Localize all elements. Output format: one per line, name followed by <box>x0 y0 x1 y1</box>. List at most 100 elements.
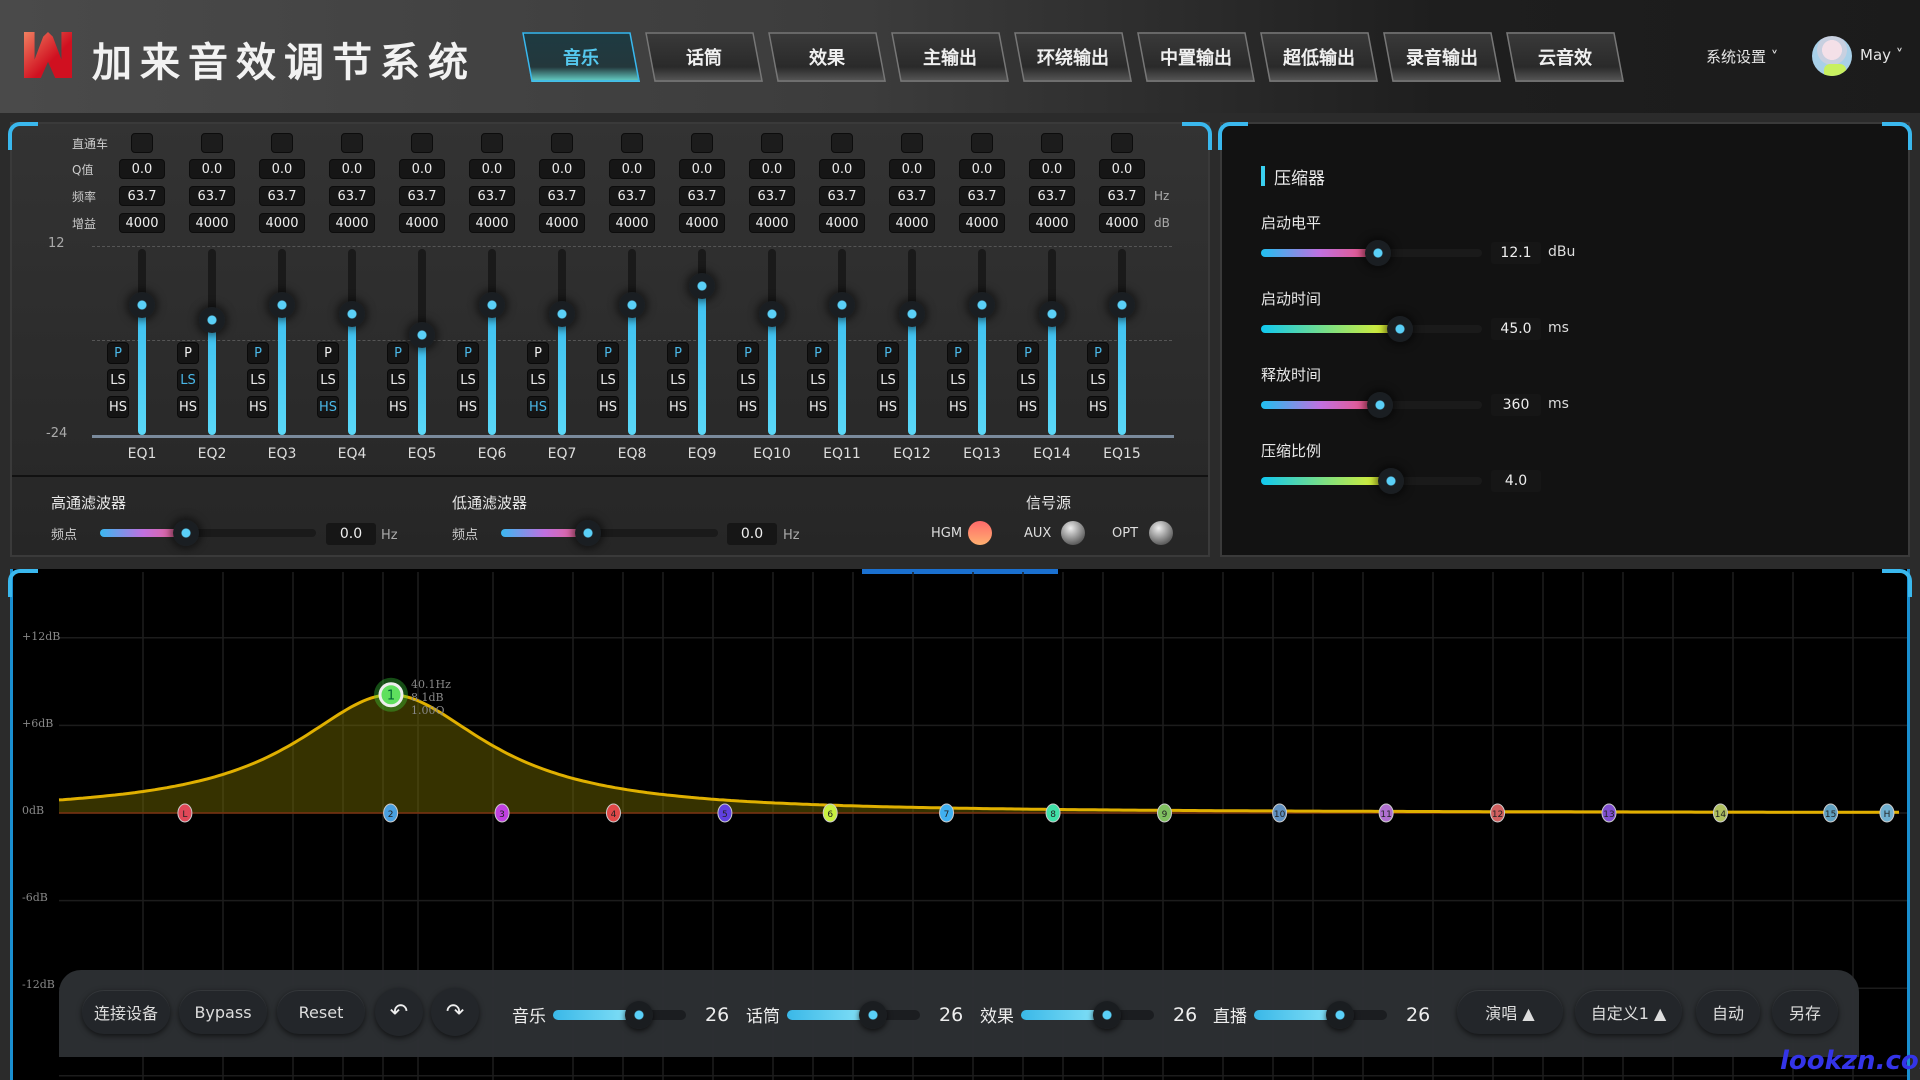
tab-8[interactable]: 录音输出 <box>1383 32 1501 82</box>
eq-slider-knob[interactable] <box>969 291 995 318</box>
eq-slider-knob[interactable] <box>829 291 855 318</box>
user-menu[interactable]: May ˅ <box>1860 46 1903 64</box>
filter-type-hs-button[interactable]: HS <box>107 396 129 418</box>
q-value-field[interactable]: 0.0 <box>749 159 795 179</box>
gain-value-field[interactable]: 4000 <box>189 213 235 233</box>
freq-value-field[interactable]: 63.7 <box>329 186 375 206</box>
freq-value-field[interactable]: 63.7 <box>609 186 655 206</box>
filter-type-ls-button[interactable]: LS <box>1017 369 1039 391</box>
filter-type-ls-button[interactable]: LS <box>947 369 969 391</box>
freq-value-field[interactable]: 63.7 <box>959 186 1005 206</box>
filter-type-hs-button[interactable]: HS <box>597 396 619 418</box>
q-value-field[interactable]: 0.0 <box>889 159 935 179</box>
eq-slider-knob[interactable] <box>339 301 365 328</box>
filter-type-p-button[interactable]: P <box>667 342 689 364</box>
eq-slider-knob[interactable] <box>759 301 785 328</box>
filter-type-hs-button[interactable]: HS <box>667 396 689 418</box>
tab-6[interactable]: 中置输出 <box>1137 32 1255 82</box>
filter-type-p-button[interactable]: P <box>807 342 829 364</box>
bypass-checkbox[interactable] <box>551 133 573 153</box>
slider-knob[interactable] <box>574 520 601 546</box>
freq-value-field[interactable]: 63.7 <box>1029 186 1075 206</box>
eq-slider-knob[interactable] <box>479 291 505 318</box>
filter-type-ls-button[interactable]: LS <box>317 369 339 391</box>
q-value-field[interactable]: 0.0 <box>119 159 165 179</box>
eq-slider-knob[interactable] <box>409 321 435 348</box>
q-value-field[interactable]: 0.0 <box>959 159 1005 179</box>
filter-type-hs-button[interactable]: HS <box>1017 396 1039 418</box>
slider-knob[interactable] <box>1365 240 1392 266</box>
freq-value-field[interactable]: 63.7 <box>399 186 445 206</box>
source-radio-hgm[interactable] <box>968 521 992 545</box>
freq-value-field[interactable]: 63.7 <box>539 186 585 206</box>
freq-value-field[interactable]: 63.7 <box>749 186 795 206</box>
filter-type-p-button[interactable]: P <box>1087 342 1109 364</box>
eq-slider-knob[interactable] <box>199 306 225 333</box>
filter-type-ls-button[interactable]: LS <box>107 369 129 391</box>
eq-slider-knob[interactable] <box>269 291 295 318</box>
filter-type-ls-button[interactable]: LS <box>1087 369 1109 391</box>
tab-1[interactable]: 音乐 <box>522 32 640 82</box>
tab-4[interactable]: 主输出 <box>891 32 1009 82</box>
bypass-checkbox[interactable] <box>901 133 923 153</box>
filter-type-ls-button[interactable]: LS <box>457 369 479 391</box>
gain-value-field[interactable]: 4000 <box>259 213 305 233</box>
gain-value-field[interactable]: 4000 <box>889 213 935 233</box>
bypass-checkbox[interactable] <box>131 133 153 153</box>
eq-slider-knob[interactable] <box>689 273 715 300</box>
filter-type-ls-button[interactable]: LS <box>177 369 199 391</box>
level-slider[interactable] <box>1021 1001 1154 1029</box>
undo-button[interactable]: ↶ <box>375 988 423 1036</box>
filter-type-p-button[interactable]: P <box>947 342 969 364</box>
compressor-param-slider[interactable] <box>1261 240 1482 266</box>
source-radio-opt[interactable] <box>1149 521 1173 545</box>
bypass-checkbox[interactable] <box>271 133 293 153</box>
filter-type-ls-button[interactable]: LS <box>247 369 269 391</box>
bypass-checkbox[interactable] <box>621 133 643 153</box>
filter-type-hs-button[interactable]: HS <box>877 396 899 418</box>
gain-value-field[interactable]: 4000 <box>119 213 165 233</box>
compressor-param-slider[interactable] <box>1261 392 1482 418</box>
filter-type-hs-button[interactable]: HS <box>317 396 339 418</box>
eq-slider-knob[interactable] <box>619 291 645 318</box>
filter-type-p-button[interactable]: P <box>457 342 479 364</box>
gain-value-field[interactable]: 4000 <box>749 213 795 233</box>
custom-preset-dropdown[interactable]: 自定义1 ▲ <box>1575 990 1682 1034</box>
level-slider[interactable] <box>787 1001 920 1029</box>
filter-type-ls-button[interactable]: LS <box>527 369 549 391</box>
preset-mode-dropdown[interactable]: 演唱 ▲ <box>1457 990 1563 1034</box>
tab-3[interactable]: 效果 <box>768 32 886 82</box>
avatar[interactable] <box>1812 36 1852 76</box>
gain-value-field[interactable]: 4000 <box>329 213 375 233</box>
freq-value-field[interactable]: 63.7 <box>1099 186 1145 206</box>
eq-slider-knob[interactable] <box>1109 291 1135 318</box>
filter-type-hs-button[interactable]: HS <box>947 396 969 418</box>
filter-type-p-button[interactable]: P <box>107 342 129 364</box>
bypass-checkbox[interactable] <box>971 133 993 153</box>
source-radio-aux[interactable] <box>1061 521 1085 545</box>
eq-slider-knob[interactable] <box>549 301 575 328</box>
auto-button[interactable]: 自动 <box>1696 990 1760 1034</box>
filter-type-ls-button[interactable]: LS <box>597 369 619 391</box>
compressor-param-value[interactable]: 4.0 <box>1491 470 1541 492</box>
filter-type-p-button[interactable]: P <box>317 342 339 364</box>
filter-type-ls-button[interactable]: LS <box>667 369 689 391</box>
gain-value-field[interactable]: 4000 <box>609 213 655 233</box>
q-value-field[interactable]: 0.0 <box>399 159 445 179</box>
system-settings-menu[interactable]: 系统设置 ˅ <box>1706 46 1778 67</box>
q-value-field[interactable]: 0.0 <box>189 159 235 179</box>
freq-value-field[interactable]: 63.7 <box>679 186 725 206</box>
filter-type-p-button[interactable]: P <box>737 342 759 364</box>
bypass-checkbox[interactable] <box>831 133 853 153</box>
filter-type-hs-button[interactable]: HS <box>737 396 759 418</box>
q-value-field[interactable]: 0.0 <box>259 159 305 179</box>
save-as-button[interactable]: 另存 <box>1772 990 1838 1034</box>
gain-value-field[interactable]: 4000 <box>959 213 1005 233</box>
bypass-checkbox[interactable] <box>481 133 503 153</box>
q-value-field[interactable]: 0.0 <box>609 159 655 179</box>
lowpass-value[interactable]: 0.0 <box>727 523 777 545</box>
level-slider[interactable] <box>553 1001 686 1029</box>
filter-type-hs-button[interactable]: HS <box>807 396 829 418</box>
filter-type-ls-button[interactable]: LS <box>807 369 829 391</box>
compressor-param-slider[interactable] <box>1261 468 1482 494</box>
